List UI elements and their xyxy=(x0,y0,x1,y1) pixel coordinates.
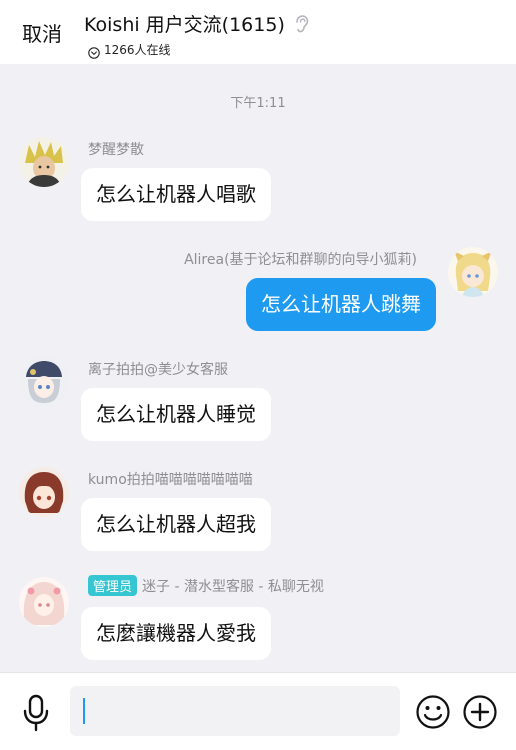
sender-name: 迷子 - 潜水型客服 - 私聊无视 xyxy=(142,579,324,595)
message-bubble-self[interactable]: 怎么让机器人跳舞 xyxy=(246,278,436,331)
message-bubble[interactable]: 怎么让机器人睡觉 xyxy=(81,388,271,441)
message-bubble[interactable]: 怎么让机器人超我 xyxy=(81,498,271,551)
avatar-self[interactable] xyxy=(448,247,498,297)
avatar[interactable] xyxy=(19,577,69,627)
ear-icon[interactable] xyxy=(293,14,309,33)
chat-title[interactable]: Koishi 用户交流(1615) xyxy=(84,10,285,37)
emoji-icon[interactable] xyxy=(415,694,451,730)
microphone-icon[interactable] xyxy=(21,693,51,733)
message-input[interactable] xyxy=(70,686,400,736)
message-sender: 离子拍拍@美少女客服 xyxy=(88,362,228,378)
online-count: 1266人在线 xyxy=(104,43,171,57)
avatar[interactable] xyxy=(19,357,69,407)
avatar[interactable] xyxy=(19,467,69,517)
message-bubble[interactable]: 怎么让机器人唱歌 xyxy=(81,168,271,221)
plus-circle-icon[interactable] xyxy=(462,694,498,730)
message-sender: kumo拍拍喵喵喵喵喵喵喵 xyxy=(88,472,253,488)
admin-badge: 管理员 xyxy=(88,575,138,596)
cancel-button[interactable]: 取消 xyxy=(22,18,62,47)
chevron-circle-icon[interactable] xyxy=(88,44,100,59)
message-sender: Alirea(基于论坛和群聊的向导小狐莉) xyxy=(184,252,417,268)
avatar[interactable] xyxy=(19,137,69,187)
message-bubble[interactable]: 怎麼讓機器人愛我 xyxy=(81,607,271,660)
message-timestamp: 下午1:11 xyxy=(230,96,286,111)
message-sender: 管理员 迷子 - 潜水型客服 - 私聊无视 xyxy=(88,575,324,596)
title-block: Koishi 用户交流(1615) 1266人在线 xyxy=(84,10,309,59)
chat-header: 取消 Koishi 用户交流(1615) 1266人在线 xyxy=(0,0,516,64)
text-caret xyxy=(83,698,85,724)
message-sender: 梦醒梦散 xyxy=(88,142,144,158)
